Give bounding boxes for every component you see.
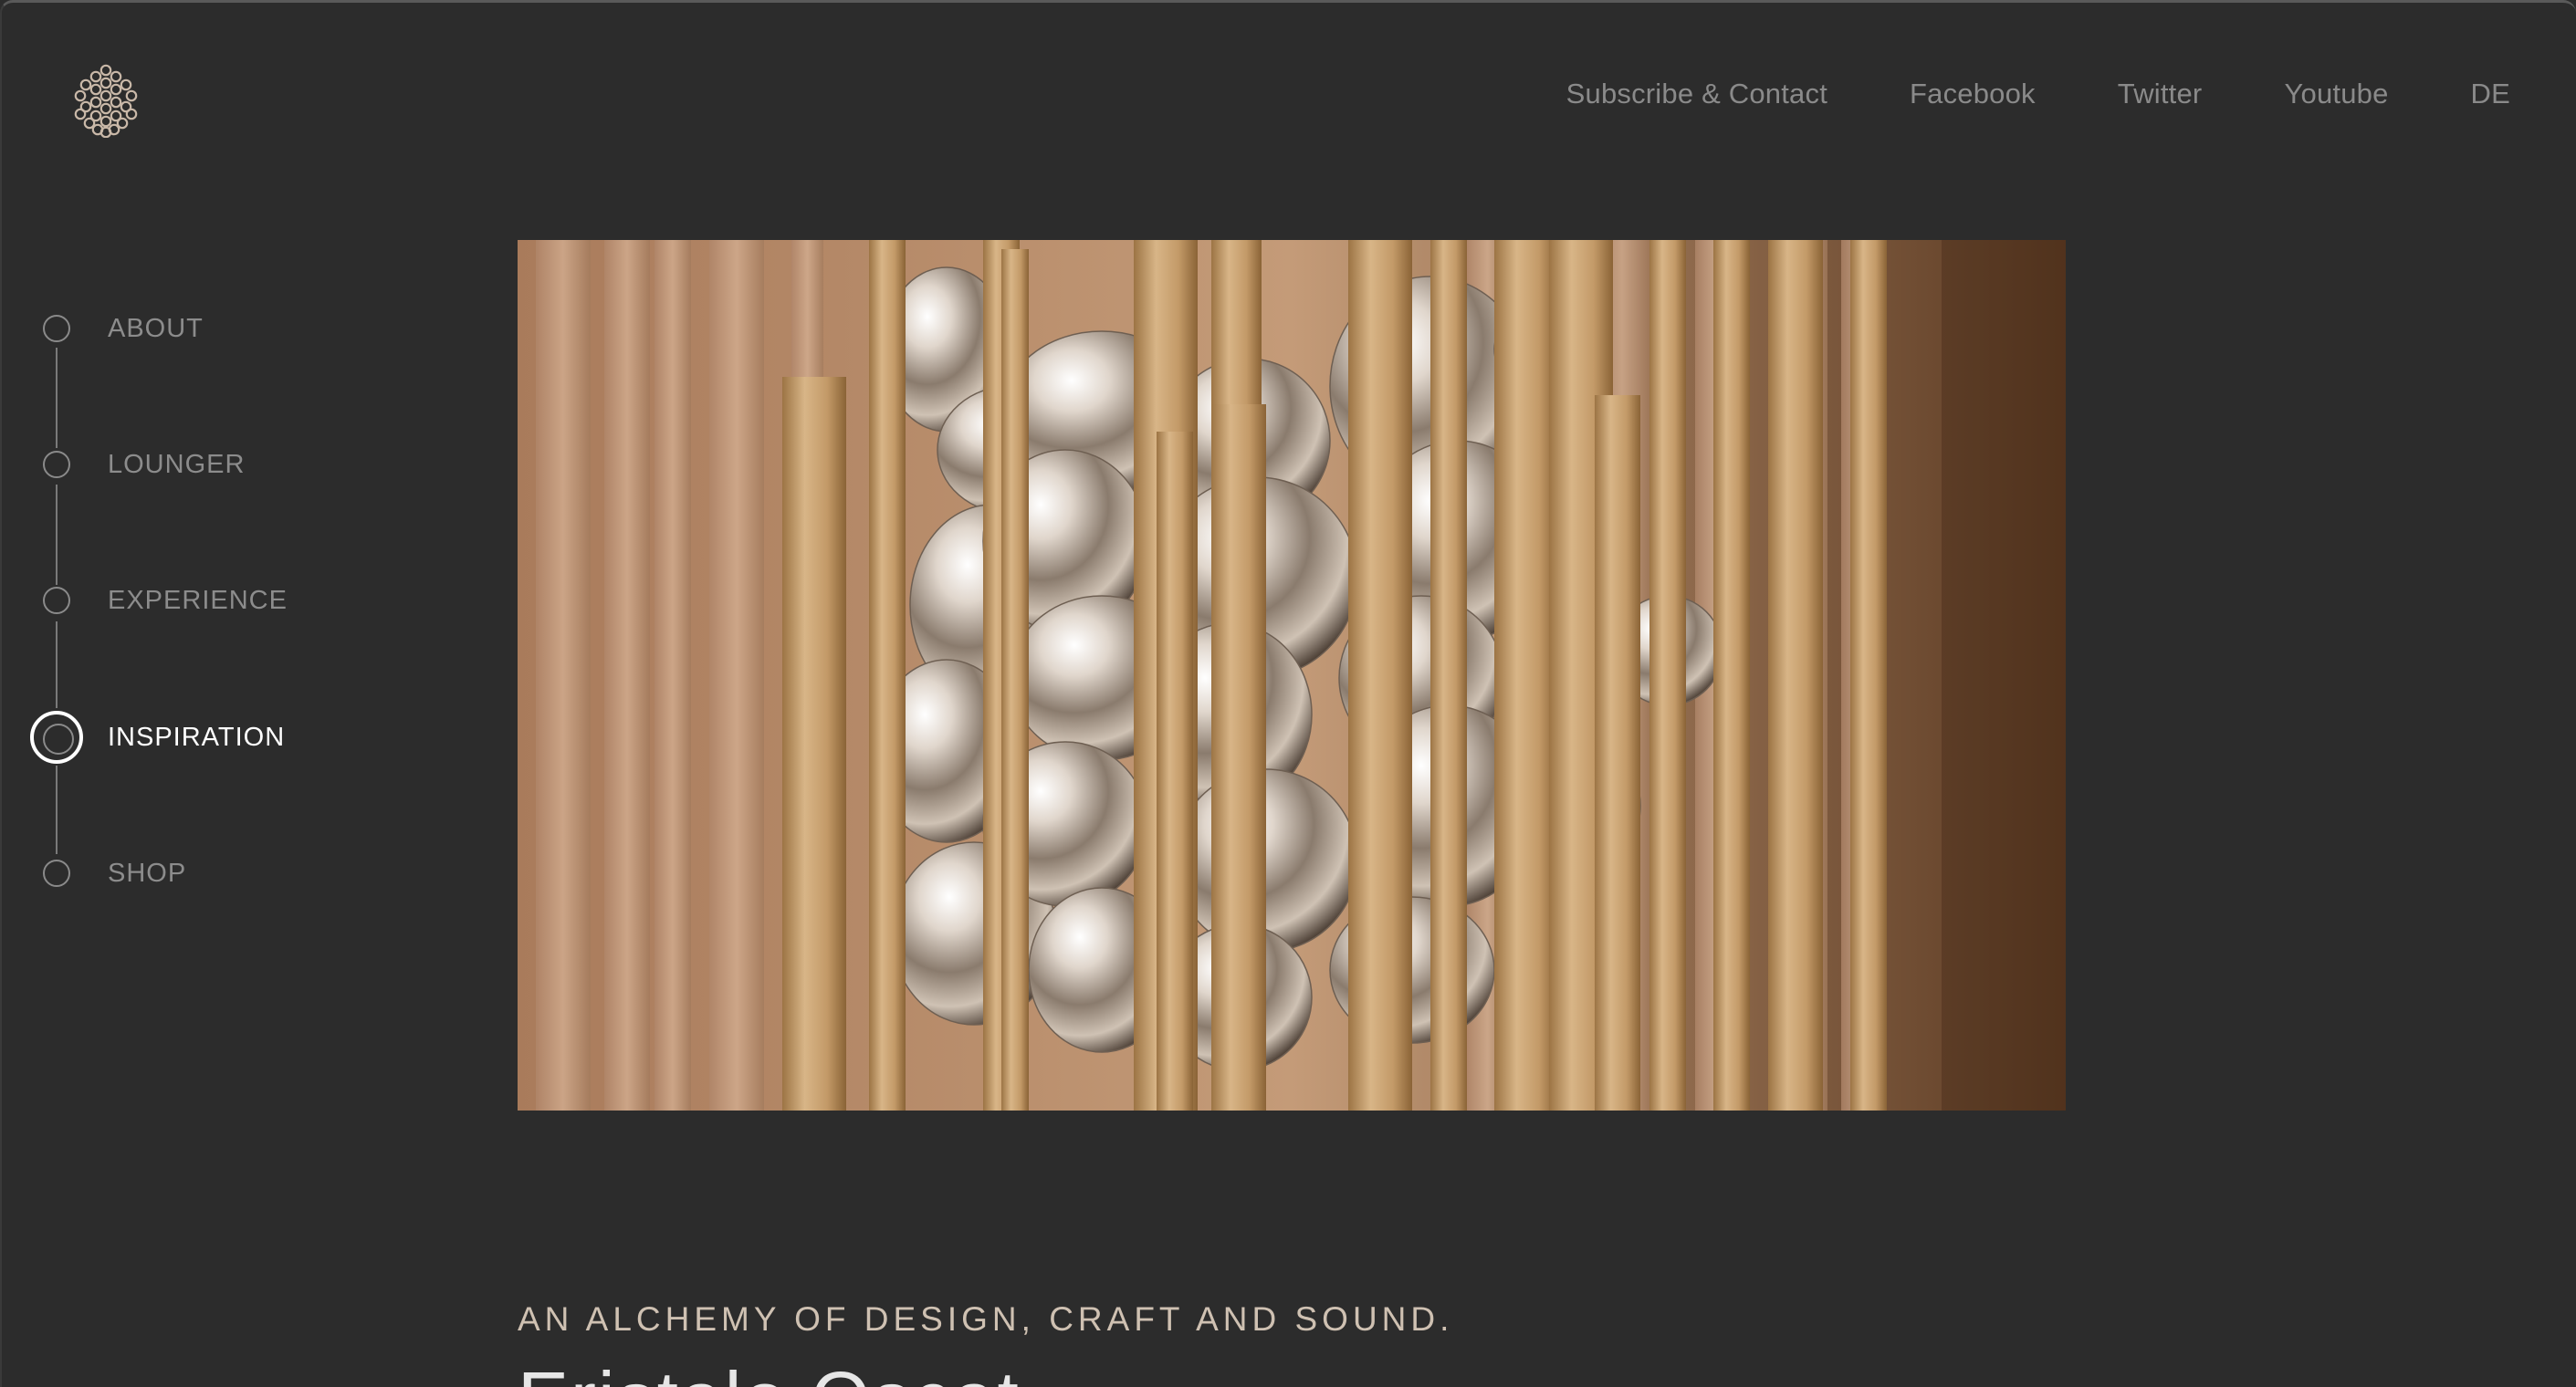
sidebar-item-lounger[interactable]: LOUNGER	[29, 437, 245, 492]
nav-dot-active-icon	[30, 711, 83, 764]
section-tagline: AN ALCHEMY OF DESIGN, CRAFT AND SOUND.	[518, 1300, 1454, 1338]
nav-dot-icon	[43, 451, 70, 478]
nav-subscribe-contact[interactable]: Subscribe & Contact	[1566, 78, 1827, 110]
section-navigation: ABOUT LOUNGER EXPERIENCE INSPIRATION SHO…	[29, 304, 413, 906]
sidebar-item-about[interactable]: ABOUT	[29, 301, 204, 356]
sidebar-item-label: INSPIRATION	[108, 722, 286, 752]
nav-youtube[interactable]: Youtube	[2284, 78, 2388, 110]
sidebar-item-label: ABOUT	[108, 313, 204, 343]
nav-connector-line	[56, 485, 58, 585]
nav-connector-line	[56, 621, 58, 708]
sidebar-item-label: EXPERIENCE	[108, 585, 288, 615]
sidebar-item-label: SHOP	[108, 858, 187, 888]
sidebar-item-shop[interactable]: SHOP	[29, 846, 186, 901]
hero-video[interactable]	[518, 240, 2066, 1111]
nav-language-de[interactable]: DE	[2471, 78, 2510, 110]
nav-facebook[interactable]: Facebook	[1910, 78, 2036, 110]
browser-viewport: Subscribe & Contact Facebook Twitter You…	[0, 0, 2576, 1387]
section-headline: Eristalo Oscat	[518, 1361, 1021, 1387]
nav-dot-icon	[43, 587, 70, 614]
top-navigation: Subscribe & Contact Facebook Twitter You…	[1566, 74, 2510, 114]
nav-dot-icon	[43, 315, 70, 342]
sidebar-item-inspiration[interactable]: INSPIRATION	[29, 710, 285, 765]
sidebar-item-experience[interactable]: EXPERIENCE	[29, 573, 288, 628]
honeycomb-logo-icon[interactable]	[68, 61, 144, 138]
nav-twitter[interactable]: Twitter	[2118, 78, 2203, 110]
nav-connector-line	[56, 348, 58, 448]
nav-connector-line	[56, 766, 58, 854]
nav-dot-icon	[43, 860, 70, 887]
sidebar-item-label: LOUNGER	[108, 449, 246, 479]
chrome-blobs-wooden-slats-image	[518, 240, 2066, 1111]
